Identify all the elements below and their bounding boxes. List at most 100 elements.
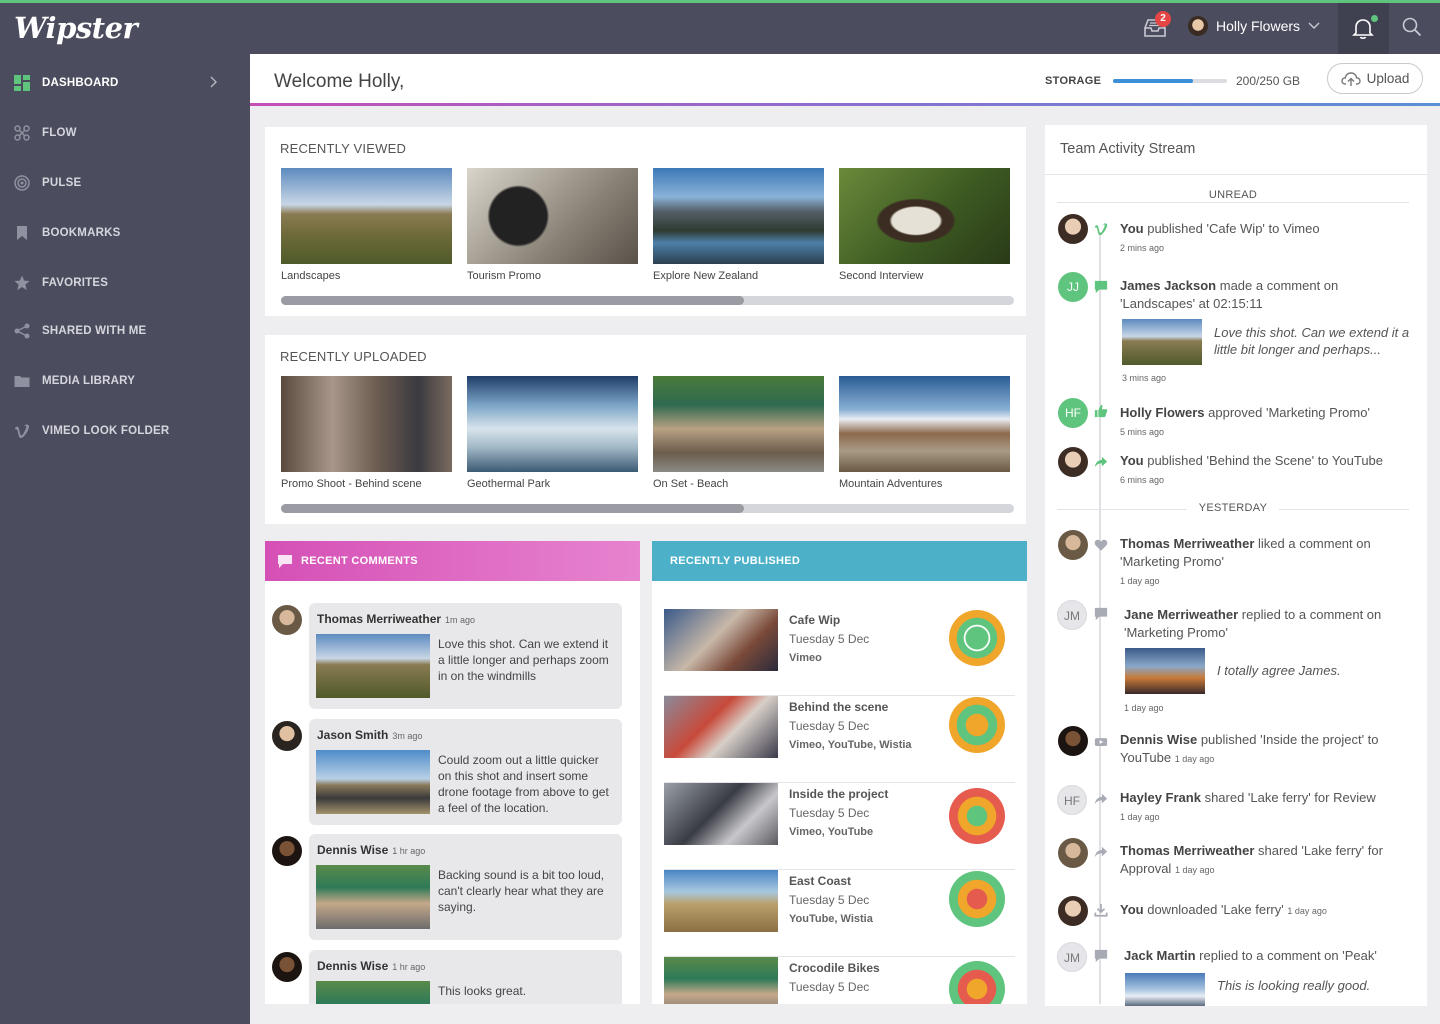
divider — [1057, 202, 1409, 203]
comment-bubble: Dennis Wise 1 hr ago Backing sound is a b… — [309, 834, 622, 940]
activity-thumbnail[interactable] — [1125, 648, 1205, 694]
avatar: JJ — [1058, 272, 1088, 302]
unread-label: UNREAD — [1057, 189, 1409, 201]
published-date: Tuesday 5 Dec — [789, 893, 870, 907]
notification-dot — [1371, 15, 1378, 22]
notifications-button[interactable] — [1338, 3, 1389, 54]
actor-name[interactable]: Dennis Wise — [1120, 732, 1197, 747]
activity-item[interactable]: Thomas Merriweather shared 'Lake ferry' … — [1120, 842, 1412, 879]
horizontal-scrollbar[interactable] — [281, 296, 1014, 305]
activity-item[interactable]: Jack Martin replied to a comment on 'Pea… — [1124, 947, 1416, 965]
activity-item[interactable]: Hayley Frank shared 'Lake ferry' for Rev… — [1120, 789, 1412, 826]
avatar: JM — [1057, 942, 1087, 972]
sidebar-item-pulse[interactable]: PULSE — [0, 158, 250, 208]
author-name: Jason Smith — [317, 728, 389, 742]
actor-name[interactable]: Thomas Merriweather — [1120, 843, 1254, 858]
share-arrow-icon — [1094, 793, 1108, 805]
actor-name[interactable]: You — [1120, 453, 1144, 468]
sidebar-item-flow[interactable]: FLOW — [0, 108, 250, 158]
actor-name[interactable]: You — [1120, 221, 1144, 236]
search-icon[interactable] — [1402, 17, 1422, 37]
sidebar-item-favorites[interactable]: FAVORITES — [0, 258, 250, 308]
upload-button[interactable]: Upload — [1327, 63, 1423, 94]
share-arrow-icon — [1094, 456, 1108, 468]
page-title: Welcome Holly, — [274, 71, 405, 92]
activity-time: 6 mins ago — [1120, 475, 1165, 485]
activity-time: 1 day ago — [1124, 703, 1164, 713]
upload-thumb[interactable]: On Set - Beach — [653, 376, 824, 490]
activity-item[interactable]: You published 'Behind the Scene' to YouT… — [1120, 452, 1412, 489]
published-channels: Vimeo — [789, 652, 822, 664]
share-arrow-icon — [1094, 846, 1108, 858]
published-item[interactable]: Behind the scene Tuesday 5 Dec Vimeo, Yo… — [664, 696, 1015, 783]
activity-thumbnail[interactable] — [1125, 973, 1205, 1006]
user-menu[interactable]: Holly Flowers — [1188, 12, 1320, 40]
share-icon — [14, 323, 30, 339]
published-item[interactable]: Cafe Wip Tuesday 5 Dec Vimeo — [664, 609, 1015, 696]
actor-name[interactable]: James Jackson — [1120, 278, 1216, 293]
thumb-caption: Promo Shoot - Behind scene — [281, 478, 422, 490]
published-title: Crocodile Bikes — [789, 961, 880, 975]
yesterday-label: YESTERDAY — [1057, 502, 1409, 514]
pulse-icon — [14, 175, 30, 191]
avatar — [272, 721, 302, 751]
wipster-logo[interactable]: Wipster — [14, 11, 138, 45]
chevron-right-icon — [210, 76, 217, 88]
comment-text: Love this shot. Can we extend it a littl… — [438, 637, 609, 683]
activity-item[interactable]: James Jackson made a comment on 'Landsca… — [1120, 277, 1412, 313]
actor-name[interactable]: Hayley Frank — [1120, 790, 1201, 805]
comment-time: 3m ago — [392, 731, 423, 741]
actor-name[interactable]: Jack Martin — [1124, 948, 1196, 963]
comment-text: This looks great. — [438, 984, 527, 998]
activity-item[interactable]: You published 'Cafe Wip' to Vimeo 2 mins … — [1120, 220, 1412, 257]
upload-thumb[interactable]: Mountain Adventures — [839, 376, 1010, 490]
comment-author: Dennis Wise 1 hr ago — [317, 959, 425, 973]
published-date: Tuesday 5 Dec — [789, 806, 870, 820]
sidebar-item-dashboard[interactable]: DASHBOARD — [0, 58, 250, 108]
activity-item[interactable]: Thomas Merriweather liked a comment on '… — [1120, 535, 1412, 590]
sidebar-item-vimeo-look-folder[interactable]: VIMEO LOOK FOLDER — [0, 406, 250, 456]
sidebar-item-label: SHARED WITH ME — [42, 325, 147, 337]
sidebar-item-label: FAVORITES — [42, 277, 109, 289]
status-ring — [949, 697, 1005, 753]
activity-item[interactable]: Holly Flowers approved 'Marketing Promo'… — [1120, 404, 1412, 441]
sidebar: DASHBOARD FLOW PULSE BOOKMARKS FAVORITES… — [0, 54, 250, 1024]
sidebar-item-shared-with-me[interactable]: SHARED WITH ME — [0, 306, 250, 356]
actor-name[interactable]: Holly Flowers — [1120, 405, 1205, 420]
section-title: RECENTLY PUBLISHED — [670, 555, 801, 567]
upload-thumb[interactable]: Geothermal Park — [467, 376, 638, 490]
vimeo-icon — [1094, 223, 1108, 236]
published-item[interactable]: Crocodile Bikes Tuesday 5 Dec — [664, 957, 1015, 1004]
recent-thumb[interactable]: Explore New Zealand — [653, 168, 824, 282]
avatar — [1058, 896, 1088, 926]
published-item[interactable]: Inside the project Tuesday 5 Dec Vimeo, … — [664, 783, 1015, 870]
author-name: Dennis Wise — [317, 843, 389, 857]
recent-thumb[interactable]: Landscapes — [281, 168, 452, 282]
activity-thumbnail[interactable] — [1122, 319, 1202, 365]
published-title: Cafe Wip — [789, 613, 841, 627]
actor-name[interactable]: Jane Merriweather — [1124, 607, 1238, 622]
sidebar-item-media-library[interactable]: MEDIA LIBRARY — [0, 356, 250, 406]
actor-name[interactable]: Thomas Merriweather — [1120, 536, 1254, 551]
activity-quote: I totally agree James. — [1217, 663, 1341, 678]
recent-thumb[interactable]: Tourism Promo — [467, 168, 638, 282]
activity-item[interactable]: You downloaded 'Lake ferry' 1 day ago — [1120, 901, 1412, 920]
recent-thumb[interactable]: Second Interview — [839, 168, 1010, 282]
sidebar-item-label: MEDIA LIBRARY — [42, 375, 136, 387]
scrollbar-thumb[interactable] — [281, 504, 744, 513]
thumb-caption: On Set - Beach — [653, 478, 729, 490]
thumbs-up-icon — [1094, 404, 1108, 418]
section-label: UNREAD — [1196, 189, 1270, 201]
thumbnail-image — [653, 376, 824, 472]
actor-name[interactable]: You — [1120, 902, 1144, 917]
upload-thumb[interactable]: Promo Shoot - Behind scene — [281, 376, 452, 490]
scrollbar-thumb[interactable] — [281, 296, 744, 305]
activity-item[interactable]: Dennis Wise published 'Inside the projec… — [1120, 731, 1412, 768]
activity-item[interactable]: Jane Merriweather replied to a comment o… — [1124, 606, 1416, 642]
vimeo-icon — [15, 424, 30, 439]
sidebar-item-bookmarks[interactable]: BOOKMARKS — [0, 208, 250, 258]
published-item[interactable]: East Coast Tuesday 5 Dec YouTube, Wistia — [664, 870, 1015, 957]
horizontal-scrollbar[interactable] — [281, 504, 1014, 513]
activity-time: 1 day ago — [1287, 906, 1327, 916]
comment-author: Jason Smith 3m ago — [317, 728, 422, 742]
